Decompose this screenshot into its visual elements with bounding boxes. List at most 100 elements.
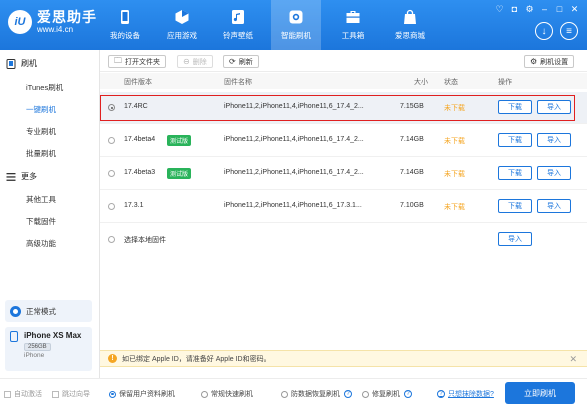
nav-label: 我的设备	[110, 31, 140, 40]
nav-my-device[interactable]: 我的设备	[100, 0, 150, 50]
nav-label: 工具箱	[341, 31, 365, 40]
sidebar-section-title: 更多	[21, 172, 37, 181]
checkbox-box	[52, 390, 59, 398]
sidebar-item-one-click-flash[interactable]: 一键刷机	[26, 104, 56, 115]
notice-text: 如已绑定 Apple ID，请准备好 Apple ID和密码。	[122, 355, 271, 363]
refresh-button[interactable]: ⟳ 刷新	[223, 55, 259, 68]
download-button[interactable]: 下载	[498, 199, 532, 213]
checkbox-box	[4, 390, 11, 398]
table-row[interactable]: 17.4beta3 测试版 iPhone11,2,iPhone11,4,iPho…	[100, 158, 587, 190]
col-name: 固件名称	[224, 79, 252, 86]
help-icon[interactable]: ?	[344, 390, 352, 398]
skip-guide-checkbox[interactable]: 跳过向导	[52, 389, 90, 399]
erase-data-link[interactable]: ? 只想抹除数据?	[437, 389, 494, 399]
settings-icon[interactable]: ⚙	[525, 5, 534, 14]
radio	[281, 390, 288, 398]
sidebar-item-advanced[interactable]: 高级功能	[26, 238, 56, 249]
nav-apps-games[interactable]: 应用游戏	[157, 0, 207, 50]
row-radio[interactable]	[108, 137, 115, 144]
option-anti-recovery[interactable]: 防数据恢复刷机 ?	[281, 389, 352, 399]
nav-toolbox[interactable]: 工具箱	[328, 0, 378, 50]
refresh-icon: ⟳	[229, 57, 236, 66]
firmware-status: 未下载	[444, 138, 465, 145]
delete-button[interactable]: ⊖ 删除	[177, 55, 213, 68]
iphone-icon	[10, 331, 18, 342]
import-button[interactable]: 导入	[537, 100, 571, 114]
table-row[interactable]: 17.3.1 iPhone11,2,iPhone11,4,iPhone11,6_…	[100, 191, 587, 223]
minimize-icon[interactable]: –	[540, 5, 549, 14]
nav-smart-flash[interactable]: 智能刷机	[271, 0, 321, 50]
local-firmware-row[interactable]: 选择本地固件 导入	[100, 224, 587, 256]
user-menu-icon[interactable]: ≡	[560, 22, 578, 40]
flash-now-button[interactable]: 立即刷机	[505, 382, 575, 404]
firmware-size: 7.14GB	[400, 169, 424, 176]
col-size: 大小	[414, 79, 428, 86]
device-card[interactable]: iPhone XS Max 256GB iPhone	[5, 327, 92, 371]
option-repair-flash[interactable]: 修复刷机 ?	[362, 389, 412, 399]
device-mode-indicator: 正常模式	[5, 300, 92, 322]
flash-icon	[289, 10, 303, 24]
flash-settings-button[interactable]: ⚙ 刷机设置	[524, 55, 575, 68]
help-icon[interactable]: ?	[404, 390, 412, 398]
device-type: iPhone	[24, 352, 45, 359]
table-row[interactable]: 17.4beta4 测试版 iPhone11,2,iPhone11,4,iPho…	[100, 125, 587, 157]
import-button[interactable]: 导入	[537, 133, 571, 147]
option-label: 修复刷机	[372, 391, 400, 398]
firmware-status: 未下载	[444, 105, 465, 112]
mode-label: 正常模式	[26, 306, 56, 316]
download-button[interactable]: 下载	[498, 100, 532, 114]
warning-icon: !	[108, 354, 117, 363]
row-radio[interactable]	[108, 203, 115, 210]
table-row[interactable]: 17.4RC iPhone11,2,iPhone11,4,iPhone11,6_…	[100, 92, 587, 124]
download-button[interactable]: 下载	[498, 166, 532, 180]
trash-icon: ⊖	[183, 57, 190, 66]
option-keep-data[interactable]: 保留用户资料刷机	[109, 389, 175, 399]
sidebar-item-download-firmware[interactable]: 下载固件	[26, 216, 56, 227]
auto-activate-label: 自动激活	[14, 391, 42, 398]
firmware-name: iPhone11,2,iPhone11,4,iPhone11,6_17.4_2.…	[224, 169, 364, 176]
row-radio[interactable]	[108, 104, 115, 111]
feedback-icon[interactable]: ♡	[495, 5, 504, 14]
device-icon	[6, 58, 16, 69]
app-logo: iU 爱思助手 www.i4.cn	[8, 10, 97, 34]
sidebar-item-pro-flash[interactable]: 专业刷机	[26, 126, 56, 137]
sidebar: 刷机 iTunes刷机 一键刷机 专业刷机 批量刷机 更多 其他工具 下载固件 …	[0, 50, 100, 398]
open-folder-label: 打开文件夹	[125, 58, 160, 66]
close-notice-icon[interactable]: ✕	[569, 354, 577, 365]
flash-settings-label: 刷机设置	[540, 58, 569, 66]
close-icon[interactable]: ✕	[570, 5, 579, 14]
nav-label: 智能刷机	[281, 31, 311, 40]
sidebar-item-batch-flash[interactable]: 批量刷机	[26, 148, 56, 159]
maximize-icon[interactable]: □	[555, 5, 564, 14]
nav-store[interactable]: 爱思商城	[385, 0, 435, 50]
device-name: iPhone XS Max	[24, 331, 82, 340]
firmware-name: iPhone11,2,iPhone11,4,iPhone11,6_17.4_2.…	[224, 136, 364, 143]
skin-icon[interactable]: ◘	[510, 5, 519, 14]
toolbox-icon	[346, 11, 360, 23]
download-manager-icon[interactable]: ↓	[535, 22, 553, 40]
auto-activate-checkbox[interactable]: 自动激活	[4, 389, 42, 399]
firmware-panel: 🗀 打开文件夹 ⊖ 删除 ⟳ 刷新 ⚙ 刷机设置 固件版本 固件名称 大小 状态…	[100, 50, 587, 398]
nav-label: 应用游戏	[167, 31, 197, 40]
option-quick-flash[interactable]: 常规快速刷机	[201, 389, 253, 399]
logo-mark: iU	[8, 10, 32, 34]
nav-ringtones[interactable]: 铃声壁纸	[213, 0, 263, 50]
app-url: www.i4.cn	[37, 25, 74, 34]
row-radio[interactable]	[108, 170, 115, 177]
download-button[interactable]: 下载	[498, 133, 532, 147]
nav-label: 爱思商城	[395, 31, 425, 40]
firmware-status: 未下载	[444, 204, 465, 211]
row-radio[interactable]	[108, 236, 115, 243]
open-folder-button[interactable]: 🗀 打开文件夹	[108, 55, 166, 68]
sidebar-item-itunes-flash[interactable]: iTunes刷机	[26, 82, 63, 93]
app-window: iU 爱思助手 www.i4.cn 我的设备 应用游戏 铃声壁纸 智能刷机 工具…	[0, 0, 587, 418]
nav-label: 铃声壁纸	[223, 31, 253, 40]
sidebar-item-other-tools[interactable]: 其他工具	[26, 194, 56, 205]
mode-icon	[10, 305, 21, 317]
firmware-size: 7.15GB	[400, 103, 424, 110]
import-button[interactable]: 导入	[537, 199, 571, 213]
import-button[interactable]: 导入	[537, 166, 571, 180]
firmware-size: 7.10GB	[400, 202, 424, 209]
delete-label: 删除	[192, 58, 207, 66]
import-button[interactable]: 导入	[498, 232, 532, 246]
